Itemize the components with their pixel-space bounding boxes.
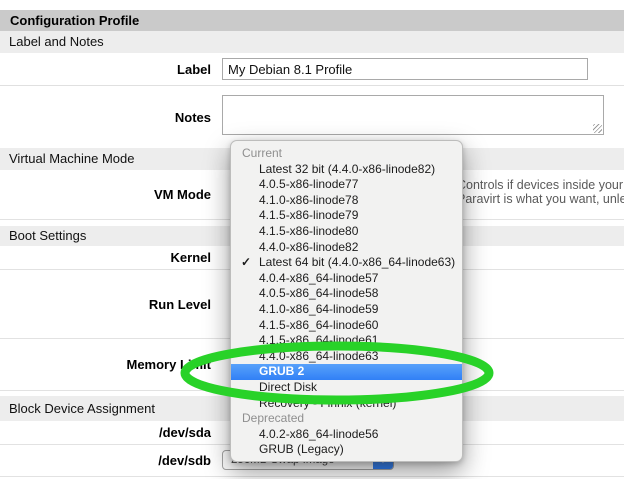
configuration-profile-page: Configuration Profile Label and Notes La…: [0, 0, 624, 479]
kernel-menu-item[interactable]: 4.1.0-x86_64-linode59: [231, 302, 462, 318]
vm-mode-help-line1: Controls if devices inside your: [457, 178, 624, 192]
kernel-menu-item[interactable]: 4.1.5-x86-linode79: [231, 208, 462, 224]
kernel-menu-item[interactable]: 4.0.5-x86_64-linode58: [231, 286, 462, 302]
kernel-menu-item[interactable]: 4.1.0-x86-linode78: [231, 193, 462, 209]
label-row: Label: [0, 53, 624, 86]
dev-sdb-label: /dev/sdb: [0, 453, 218, 468]
memory-limit-label: Memory Limit: [0, 357, 218, 372]
run-level-label: Run Level: [0, 297, 218, 312]
kernel-label: Kernel: [0, 250, 218, 265]
section-header-label-and-notes: Label and Notes: [0, 31, 624, 53]
kernel-menu-item[interactable]: 4.0.2-x86_64-linode56: [231, 427, 462, 443]
kernel-menu-item[interactable]: 4.0.5-x86-linode77: [231, 177, 462, 193]
label-field-label: Label: [0, 62, 218, 77]
notes-row: Notes: [0, 86, 624, 148]
label-input[interactable]: [222, 58, 588, 80]
kernel-menu-item[interactable]: Latest 64 bit (4.4.0-x86_64-linode63)✓: [231, 255, 462, 271]
page-title: Configuration Profile: [0, 10, 624, 31]
kernel-menu-item[interactable]: 4.1.5-x86-linode80: [231, 224, 462, 240]
kernel-menu-item[interactable]: Latest 32 bit (4.4.0-x86-linode82): [231, 162, 462, 178]
kernel-menu-item[interactable]: Recovery - Finnix (kernel): [231, 396, 462, 412]
vm-mode-help-line2: Paravirt is what you want, unle: [457, 192, 624, 206]
kernel-dropdown-menu: CurrentLatest 32 bit (4.4.0-x86-linode82…: [230, 140, 463, 462]
kernel-menu-item[interactable]: GRUB (Legacy): [231, 442, 462, 458]
dev-sda-label: /dev/sda: [0, 425, 218, 440]
kernel-menu-group-header: Current: [231, 146, 462, 162]
kernel-menu-item[interactable]: 4.1.5-x86_64-linode60: [231, 318, 462, 334]
kernel-menu-group-header: Deprecated: [231, 411, 462, 427]
notes-field-label: Notes: [0, 110, 218, 125]
checkmark-icon: ✓: [241, 255, 251, 271]
kernel-menu-item[interactable]: 4.4.0-x86_64-linode63: [231, 349, 462, 365]
kernel-menu-item[interactable]: Direct Disk: [231, 380, 462, 396]
kernel-menu-item-selected[interactable]: GRUB 2: [231, 364, 462, 380]
kernel-menu-item[interactable]: 4.1.5-x86_64-linode61: [231, 333, 462, 349]
kernel-menu-item[interactable]: 4.0.4-x86_64-linode57: [231, 271, 462, 287]
kernel-menu-item[interactable]: 4.4.0-x86-linode82: [231, 240, 462, 256]
notes-textarea[interactable]: [222, 95, 604, 135]
vm-mode-help-text: Controls if devices inside your Paravirt…: [457, 178, 624, 206]
vm-mode-label: VM Mode: [0, 187, 218, 202]
